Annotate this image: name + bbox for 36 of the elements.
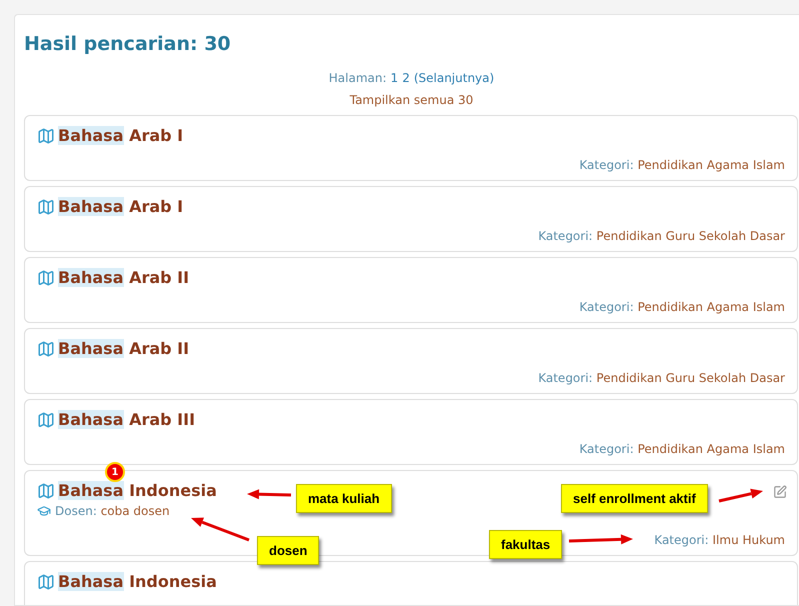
course-title[interactable]: Bahasa Arab III (58, 410, 196, 429)
category-text: Kategori: Pendidikan Agama Islam (579, 299, 785, 314)
map-icon (37, 572, 55, 590)
step-badge: 1 (105, 462, 125, 482)
callout-label: dosen (257, 536, 320, 565)
page-link[interactable]: 2 (402, 71, 410, 85)
arrow (718, 488, 763, 502)
map-icon (37, 126, 55, 144)
category-text: Kategori: Pendidikan Agama Islam (579, 441, 785, 456)
callout-label: fakultas (489, 530, 562, 559)
self-enrol-icon[interactable] (773, 485, 787, 499)
next-page-link[interactable]: (Selanjutnya) (414, 71, 494, 85)
arrow (191, 518, 250, 542)
graduation-cap-icon (37, 504, 51, 518)
arrow (568, 534, 633, 544)
course-title[interactable]: Bahasa Indonesia (58, 481, 217, 500)
course-title[interactable]: Bahasa Arab II (58, 339, 190, 358)
course-title[interactable]: Bahasa Arab II (58, 268, 190, 287)
page-link[interactable]: 1 (390, 71, 398, 85)
callout-label: self enrollment aktif (561, 484, 708, 513)
map-icon (37, 340, 55, 358)
course-title[interactable]: Bahasa Indonesia (58, 572, 217, 591)
category-text: Kategori: Ilmu Hukum (654, 532, 785, 547)
results-heading: Hasil pencarian: 30 (24, 33, 232, 55)
category-text: Kategori: Pendidikan Agama Islam (579, 157, 785, 172)
show-all-link[interactable]: Tampilkan semua 30 (350, 93, 474, 107)
paging-label: Halaman: (328, 71, 387, 85)
map-icon (37, 198, 55, 216)
teacher-text: Dosen: coba dosen (55, 504, 170, 518)
map-icon (37, 268, 55, 286)
arrow (247, 489, 292, 500)
map-icon (37, 410, 55, 428)
category-text: Kategori: Pendidikan Guru Sekolah Dasar (538, 228, 785, 243)
callout-label: mata kuliah (296, 484, 392, 513)
map-icon (37, 482, 55, 500)
category-text: Kategori: Pendidikan Guru Sekolah Dasar (538, 370, 785, 385)
